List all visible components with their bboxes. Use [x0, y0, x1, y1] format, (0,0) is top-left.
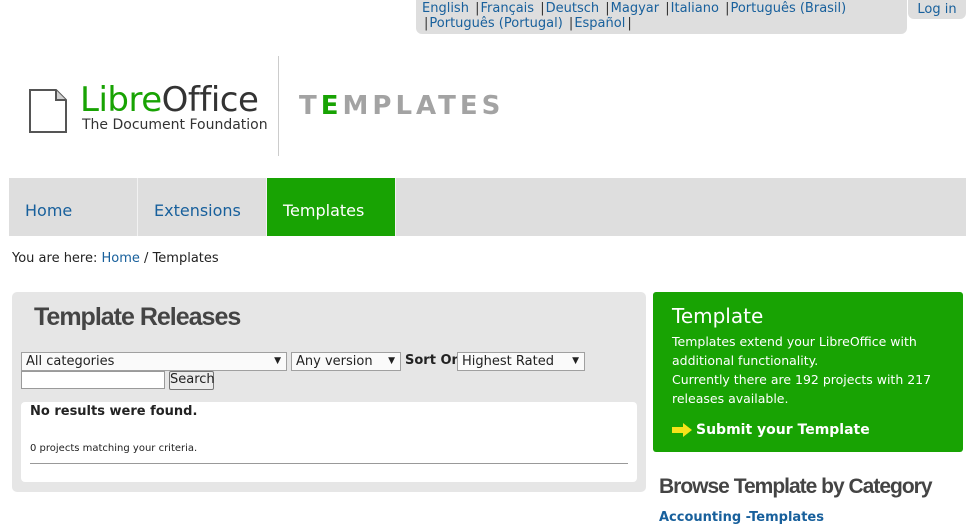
browse-category-heading: Browse Template by Category: [659, 475, 933, 498]
lang-english[interactable]: English: [422, 1, 469, 16]
nav-extensions[interactable]: Extensions: [138, 178, 267, 236]
header-divider: [278, 56, 279, 156]
arrow-right-icon: [672, 423, 692, 437]
breadcrumb: You are here: Home / Templates: [12, 251, 219, 266]
match-count: 0 projects matching your criteria.: [30, 443, 198, 454]
template-promo-box: Template Templates extend your LibreOffi…: [653, 292, 963, 452]
results-box: No results were found. 0 projects matchi…: [21, 402, 637, 482]
sort-select[interactable]: Highest Rated ▼: [457, 352, 585, 371]
caret-down-icon: ▼: [274, 356, 281, 366]
category-select[interactable]: All categories ▼: [21, 352, 287, 371]
lang-separator: |: [665, 1, 670, 16]
promo-line: Currently there are 192 projects with 21…: [672, 372, 932, 406]
promo-title: Template: [672, 304, 764, 328]
submit-template-link[interactable]: Submit your Template: [672, 422, 870, 438]
search-input[interactable]: [21, 371, 165, 389]
lang-portuguese-brazil[interactable]: Português (Brasil): [730, 1, 846, 16]
breadcrumb-separator: /: [144, 251, 149, 266]
sort-select-value: Highest Rated: [462, 354, 554, 369]
section-title: TEMPLATES: [299, 91, 505, 121]
version-select[interactable]: Any version ▼: [291, 352, 401, 371]
breadcrumb-current: Templates: [152, 251, 219, 266]
lang-italian[interactable]: Italiano: [671, 1, 719, 16]
lang-spanish[interactable]: Español: [574, 16, 625, 31]
login-box: Log in: [908, 0, 966, 19]
sort-label: Sort On: [405, 353, 461, 368]
lang-separator: |: [540, 1, 545, 16]
breadcrumb-home[interactable]: Home: [102, 251, 140, 266]
page-title: Template Releases: [34, 303, 241, 331]
version-select-value: Any version: [296, 354, 373, 369]
promo-text: Templates extend your LibreOffice with a…: [672, 332, 932, 408]
logo-wordmark: LibreOffice: [80, 80, 259, 120]
lang-separator: |: [605, 1, 610, 16]
lang-separator: |: [627, 16, 632, 31]
logo-tagline: The Document Foundation: [82, 117, 268, 133]
caret-down-icon: ▼: [388, 356, 395, 366]
template-releases-panel: Template Releases All categories ▼ Any v…: [12, 292, 646, 492]
results-divider: [30, 463, 628, 464]
document-icon: [29, 89, 67, 133]
search-button[interactable]: Search: [169, 371, 215, 390]
main-navigation: Home Extensions Templates: [9, 178, 966, 236]
no-results-message: No results were found.: [30, 404, 198, 419]
lang-hungarian[interactable]: Magyar: [611, 1, 659, 16]
promo-line: Templates extend your LibreOffice with a…: [672, 334, 917, 368]
breadcrumb-prefix: You are here:: [12, 251, 98, 266]
category-link[interactable]: Accounting -Templates: [659, 510, 824, 525]
submit-template-label: Submit your Template: [696, 422, 870, 438]
login-link[interactable]: Log in: [917, 2, 956, 17]
category-select-value: All categories: [26, 354, 115, 369]
lang-french[interactable]: Français: [480, 1, 534, 16]
lang-portuguese-portugal[interactable]: Português (Portugal): [429, 16, 562, 31]
nav-home[interactable]: Home: [9, 178, 138, 236]
nav-templates[interactable]: Templates: [267, 178, 396, 236]
caret-down-icon: ▼: [572, 356, 579, 366]
lang-german[interactable]: Deutsch: [546, 1, 600, 16]
libreoffice-logo[interactable]: LibreOffice The Document Foundation: [28, 80, 268, 136]
language-bar: English |Français |Deutsch |Magyar |Ital…: [416, 0, 907, 34]
